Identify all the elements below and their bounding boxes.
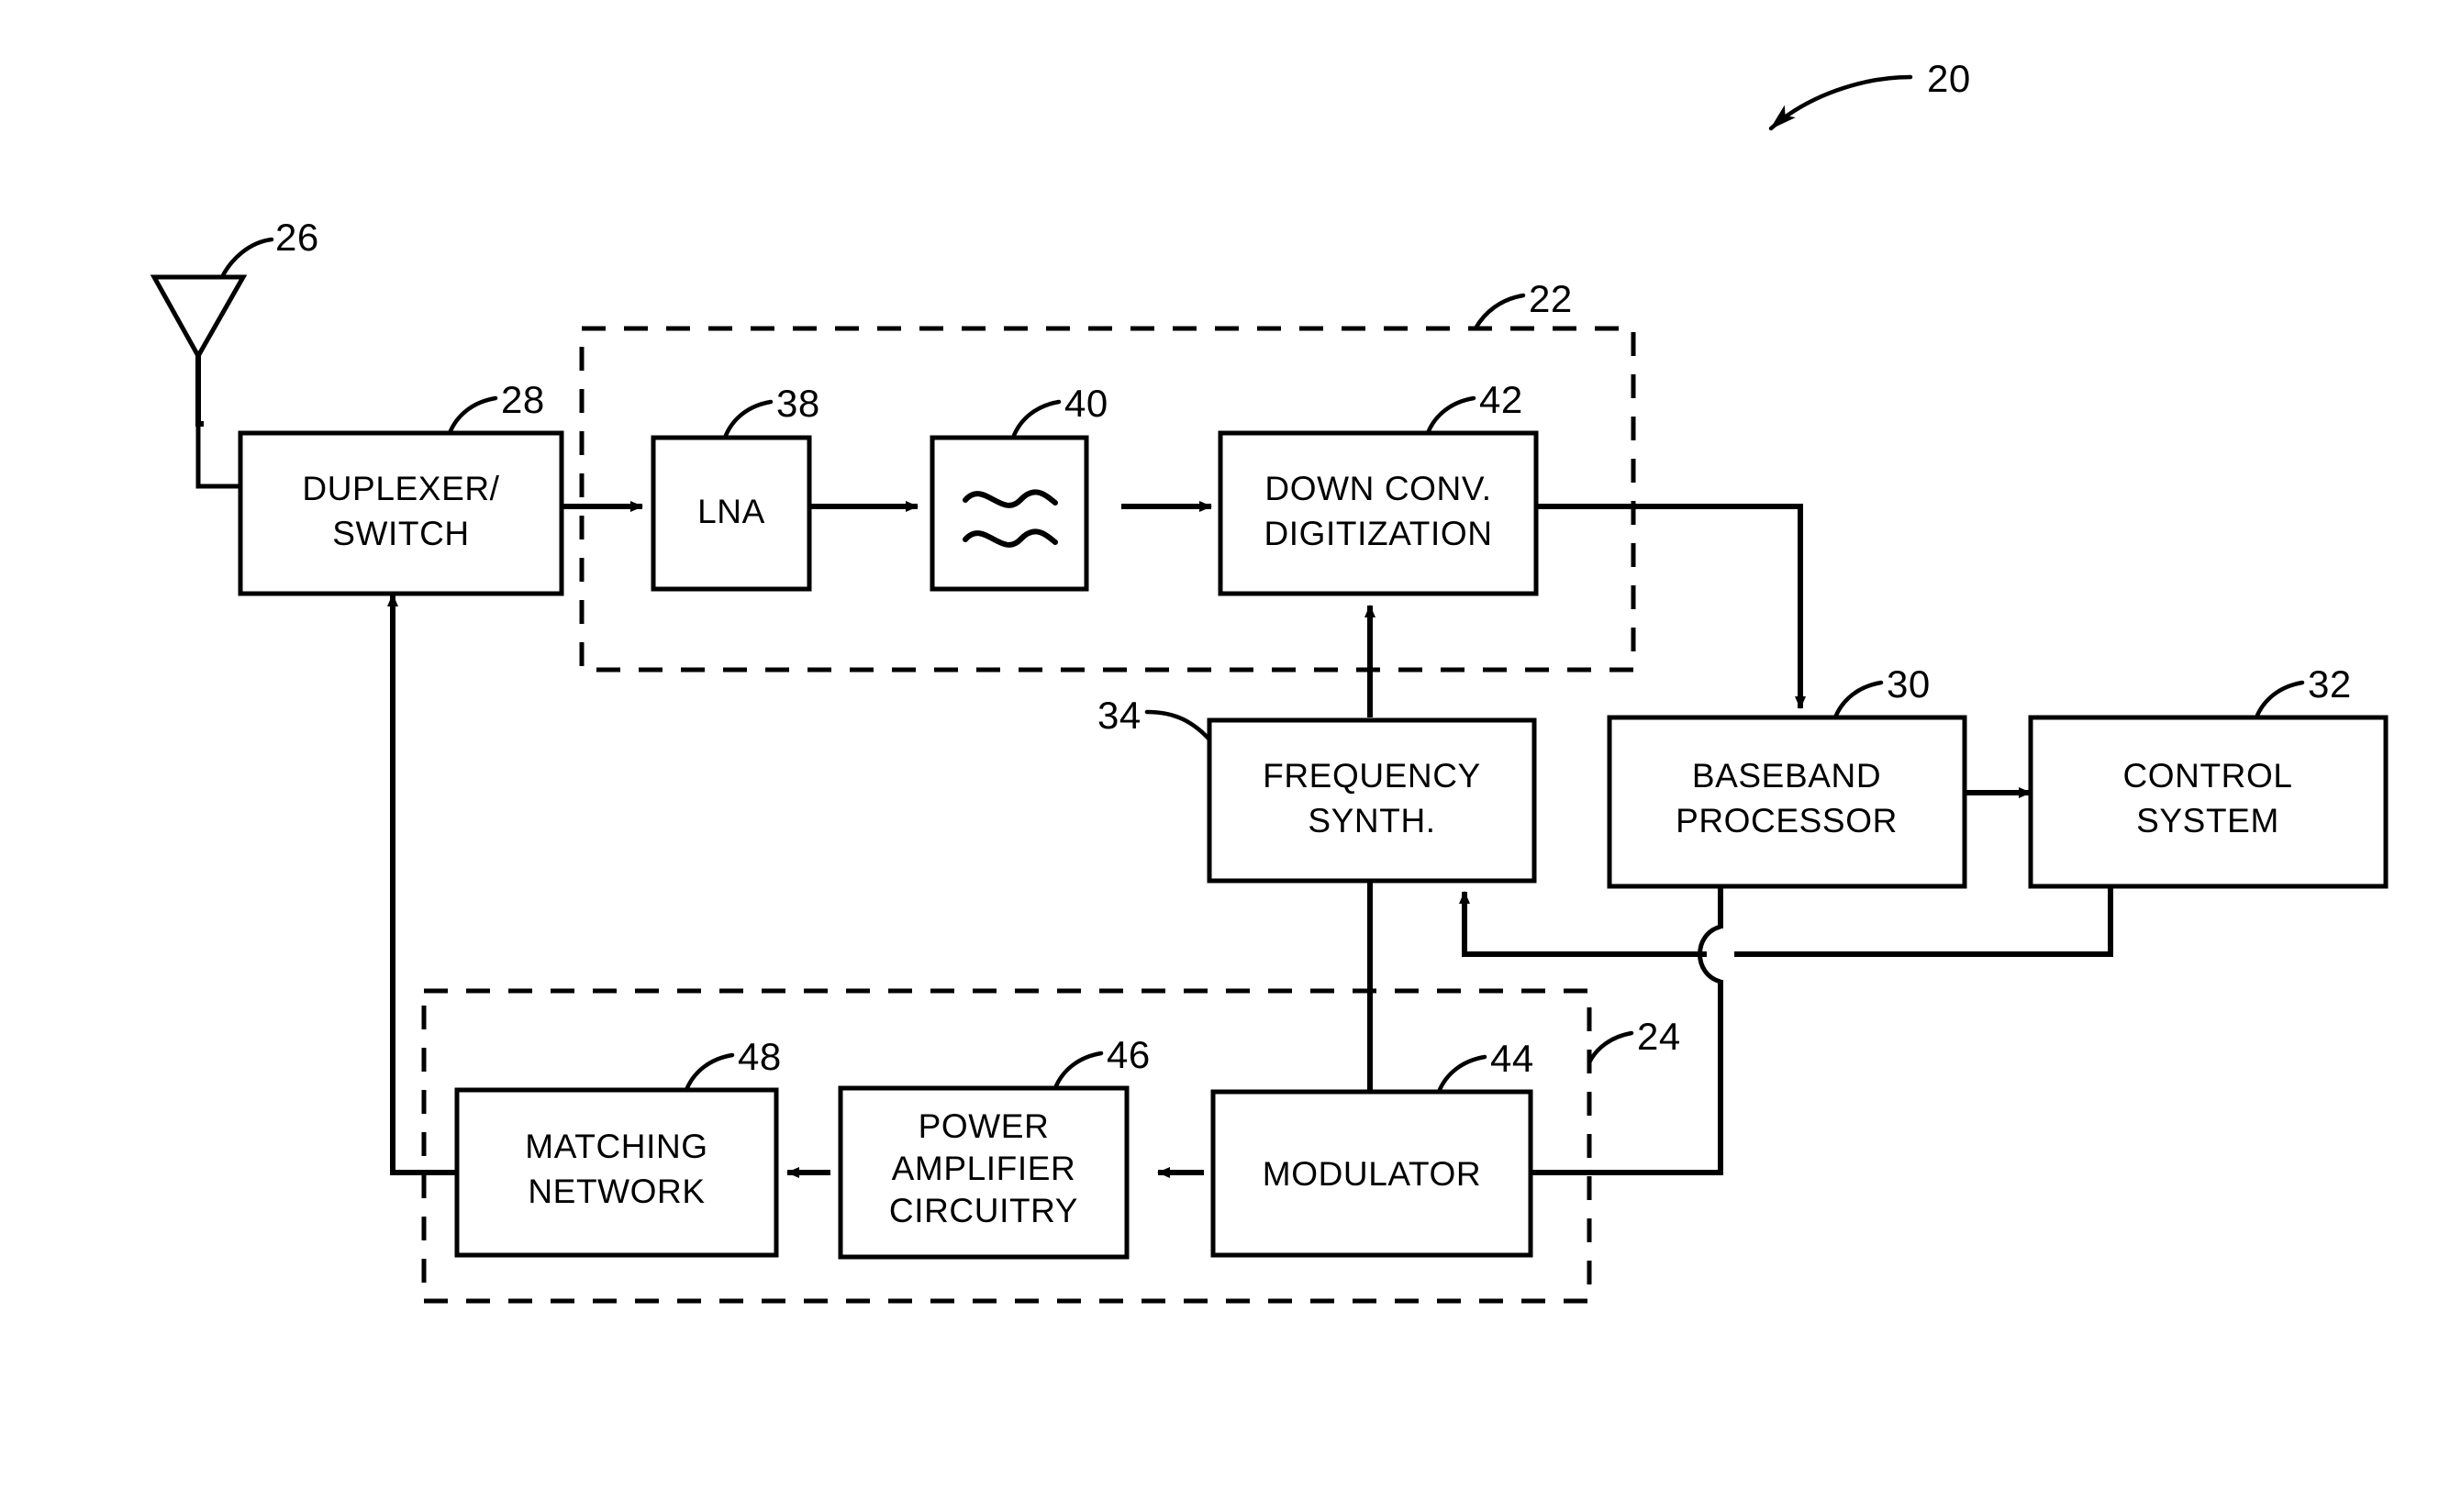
receiver-group-reference-callout: 22 [1473, 277, 1573, 331]
reference-number-24: 24 [1637, 1015, 1681, 1058]
reference-number-22: 22 [1529, 277, 1573, 320]
reference-number-20: 20 [1927, 57, 1971, 100]
wire-control-to-freqsynth-seg2 [1459, 891, 1707, 957]
block-freqsynth-label-line1: FREQUENCY [1263, 757, 1481, 795]
baseband-reference-callout: 30 [1832, 662, 1931, 720]
reference-number-38: 38 [776, 382, 820, 425]
block-duplexer-label-line2: SWITCH [332, 515, 470, 552]
lna-reference-callout: 38 [722, 382, 820, 440]
block-duplexer-label-line1: DUPLEXER/ [302, 470, 499, 507]
block-duplexer-switch[interactable]: DUPLEXER/ SWITCH [238, 430, 564, 596]
duplexer-reference-callout: 28 [447, 378, 545, 436]
block-control-label-line1: CONTROL [2122, 757, 2292, 795]
pa-reference-callout: 46 [1052, 1033, 1151, 1091]
block-power-amplifier-circuitry[interactable]: POWER AMPLIFIER CIRCUITRY [838, 1085, 1130, 1260]
wire-downconv-to-baseband [1536, 504, 1806, 709]
antenna-reference-callout: 26 [219, 216, 319, 280]
block-modulator[interactable]: MODULATOR [1210, 1089, 1533, 1258]
block-control-system[interactable]: CONTROL SYSTEM [2028, 715, 2389, 889]
reference-number-30: 30 [1887, 662, 1931, 706]
block-frequency-synthesizer[interactable]: FREQUENCY SYNTH. [1207, 717, 1537, 884]
reference-number-32: 32 [2308, 662, 2352, 706]
block-down-conversion-digitization[interactable]: DOWN CONV. DIGITIZATION [1218, 430, 1539, 596]
downconv-reference-callout: 42 [1425, 378, 1523, 436]
block-modulator-label: MODULATOR [1263, 1155, 1481, 1193]
block-baseband-processor[interactable]: BASEBAND PROCESSOR [1607, 715, 1967, 889]
block-matching-label-line1: MATCHING [525, 1128, 707, 1165]
block-downconv-label-line1: DOWN CONV. [1264, 470, 1491, 507]
modulator-reference-callout: 44 [1436, 1037, 1534, 1095]
freqsynth-reference-callout: 34 [1097, 694, 1212, 742]
reference-number-28: 28 [501, 378, 545, 421]
block-diagram: 20 26 22 24 DUPLEXER/ SWITCH 28 LNA 38 4… [150, 57, 2389, 1304]
transmitter-group-reference-callout: 24 [1587, 1015, 1681, 1065]
antenna [150, 274, 248, 489]
reference-number-26: 26 [275, 216, 319, 259]
reference-number-42: 42 [1479, 378, 1523, 421]
block-downconv-label-line2: DIGITIZATION [1264, 515, 1492, 552]
wire-matching-to-duplexer [387, 594, 457, 1175]
block-baseband-label-line2: PROCESSOR [1676, 802, 1898, 839]
control-reference-callout: 32 [2254, 662, 2352, 720]
system-reference-callout: 20 [1768, 57, 1971, 131]
reference-number-48: 48 [738, 1035, 782, 1078]
block-freqsynth-label-line2: SYNTH. [1308, 802, 1435, 839]
figure-canvas: 20 26 22 24 DUPLEXER/ SWITCH 28 LNA 38 4… [0, 0, 2439, 1512]
block-pa-label-line2: AMPLIFIER [892, 1150, 1076, 1187]
matching-reference-callout: 48 [684, 1035, 782, 1093]
block-control-label-line2: SYSTEM [2136, 802, 2279, 839]
reference-number-44: 44 [1490, 1037, 1534, 1080]
reference-number-46: 46 [1107, 1033, 1151, 1076]
reference-number-34: 34 [1097, 694, 1142, 737]
reference-number-40: 40 [1064, 382, 1108, 425]
block-baseband-label-line1: BASEBAND [1692, 757, 1881, 795]
block-pa-label-line1: POWER [919, 1107, 1050, 1145]
block-lna[interactable]: LNA [651, 435, 812, 592]
block-bandpass-filter[interactable]: ≈ [930, 435, 1089, 606]
block-pa-label-line3: CIRCUITRY [889, 1192, 1078, 1229]
block-matching-network[interactable]: MATCHING NETWORK [454, 1087, 779, 1258]
block-lna-label: LNA [697, 493, 765, 530]
wire-control-to-freqsynth-seg1 [1734, 886, 2113, 957]
block-matching-label-line2: NETWORK [528, 1173, 705, 1210]
filter-reference-callout: 40 [1010, 382, 1108, 440]
